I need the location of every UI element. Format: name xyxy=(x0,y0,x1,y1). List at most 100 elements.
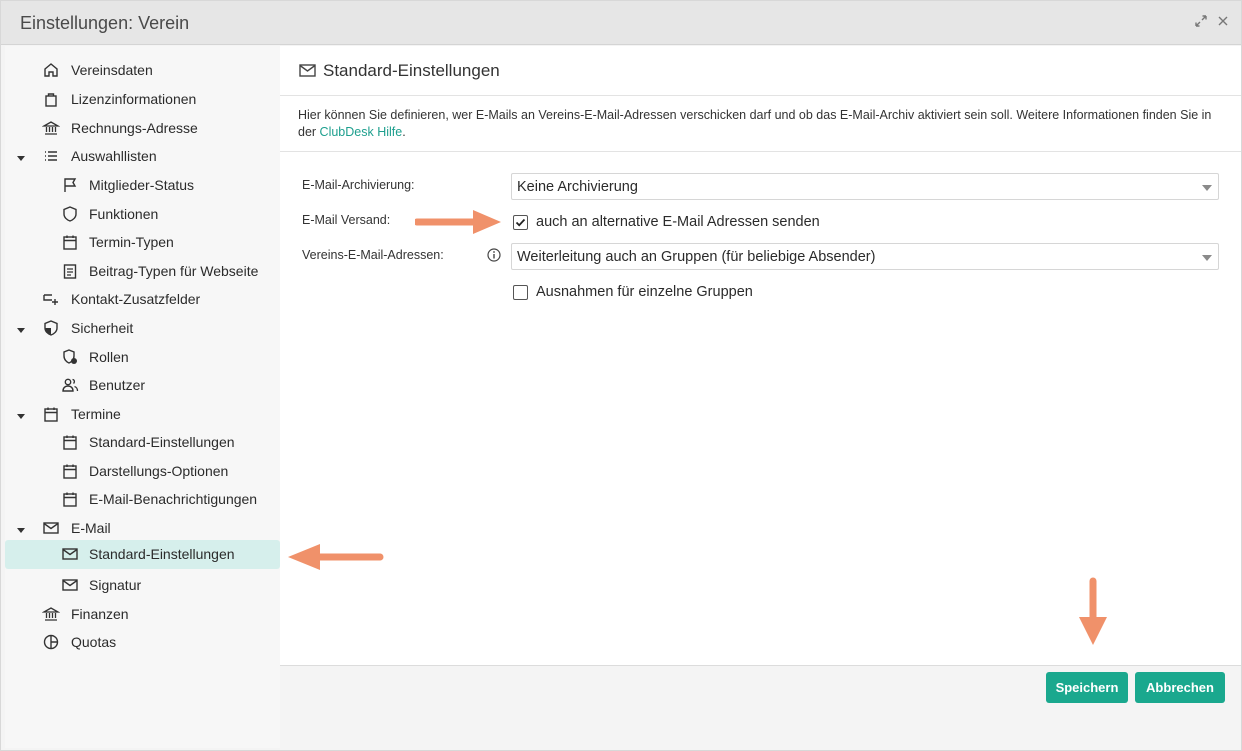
alt-address-checkbox-row[interactable]: auch an alternative E-Mail Adressen send… xyxy=(513,214,820,230)
archiving-label: E-Mail-Archivierung: xyxy=(302,178,415,192)
chevron-down-icon xyxy=(1202,185,1212,191)
addresses-select[interactable]: Weiterleitung auch an Gruppen (für belie… xyxy=(511,243,1219,270)
calendar-icon xyxy=(61,490,79,508)
alt-address-checkbox[interactable] xyxy=(513,214,528,230)
sidebar-item-label: Rechnungs-Adresse xyxy=(71,120,198,136)
close-icon[interactable] xyxy=(1215,13,1231,29)
panel-header: Standard-Einstellungen xyxy=(280,46,1241,96)
settings-sidebar: Vereinsdaten Lizenzinformationen Rechnun… xyxy=(5,46,280,748)
sidebar-item-vereinsdaten[interactable]: Vereinsdaten xyxy=(5,56,280,84)
pie-icon xyxy=(42,633,60,651)
shield-icon xyxy=(42,319,60,337)
sidebar-item-label: Beitrag-Typen für Webseite xyxy=(89,263,259,279)
help-link[interactable]: ClubDesk Hilfe xyxy=(320,125,403,139)
shield-outline-icon xyxy=(61,205,79,223)
caret-down-icon[interactable] xyxy=(16,523,26,533)
sidebar-item-label: Lizenzinformationen xyxy=(71,91,197,107)
sidebar-item-finanzen[interactable]: Finanzen xyxy=(5,600,280,628)
addresses-label: Vereins-E-Mail-Adressen: xyxy=(302,248,444,262)
addresses-value: Weiterleitung auch an Gruppen (für belie… xyxy=(517,249,876,265)
sidebar-item-label: Termine xyxy=(71,406,121,422)
exceptions-checkbox[interactable] xyxy=(513,284,528,300)
caret-down-icon[interactable] xyxy=(16,323,26,333)
sidebar-item-signatur[interactable]: Signatur xyxy=(5,571,280,599)
document-icon xyxy=(61,262,79,280)
home-icon xyxy=(42,61,60,79)
sidebar-item-label: Kontakt-Zusatzfelder xyxy=(71,291,201,307)
sidebar-item-rollen[interactable]: Rollen xyxy=(5,343,280,371)
mail-icon xyxy=(61,576,79,594)
sending-label: E-Mail Versand: xyxy=(302,213,391,227)
archiving-select[interactable]: Keine Archivierung xyxy=(511,173,1219,200)
sidebar-item-rechnungs-adresse[interactable]: Rechnungs-Adresse xyxy=(5,114,280,142)
exceptions-label: Ausnahmen für einzelne Gruppen xyxy=(536,284,753,300)
sidebar-item-label: Termin-Typen xyxy=(89,234,174,250)
mail-icon xyxy=(61,545,79,563)
sidebar-item-sicherheit[interactable]: Sicherheit xyxy=(5,314,280,342)
exceptions-checkbox-row[interactable]: Ausnahmen für einzelne Gruppen xyxy=(513,284,753,300)
sidebar-item-label: E-Mail xyxy=(71,520,111,536)
calendar-icon xyxy=(61,462,79,480)
calendar-icon xyxy=(61,433,79,451)
sidebar-item-label: Signatur xyxy=(89,577,142,593)
chevron-down-icon xyxy=(1202,255,1212,261)
sidebar-item-kontakt-zusatzfelder[interactable]: Kontakt-Zusatzfelder xyxy=(5,285,280,313)
sidebar-item-email[interactable]: E-Mail xyxy=(5,514,280,542)
sidebar-item-mitglieder-status[interactable]: Mitglieder-Status xyxy=(5,171,280,199)
footer-divider xyxy=(280,665,1241,666)
sidebar-item-label: Sicherheit xyxy=(71,320,134,336)
description-text: Hier können Sie definieren, wer E-Mails … xyxy=(298,107,1228,141)
sidebar-item-quotas[interactable]: Quotas xyxy=(5,628,280,656)
sidebar-item-label: Vereinsdaten xyxy=(71,62,153,78)
sidebar-item-termin-typen[interactable]: Termin-Typen xyxy=(5,228,280,256)
caret-down-icon[interactable] xyxy=(16,409,26,419)
users-icon xyxy=(61,376,79,394)
sidebar-item-label: Rollen xyxy=(89,349,129,365)
sidebar-item-darstellungs-optionen[interactable]: Darstellungs-Optionen xyxy=(5,457,280,485)
sidebar-item-label: Quotas xyxy=(71,634,117,650)
bag-icon xyxy=(42,90,60,108)
list-icon xyxy=(42,147,60,165)
caret-down-icon[interactable] xyxy=(16,151,26,161)
alt-address-label: auch an alternative E-Mail Adressen send… xyxy=(536,214,820,230)
sidebar-item-label: E-Mail-Benachrichtigungen xyxy=(89,491,258,507)
settings-dialog: Einstellungen: Verein Vereinsdaten Lizen… xyxy=(0,0,1242,751)
annotation-arrow-right xyxy=(415,210,501,234)
sidebar-item-label: Benutzer xyxy=(89,377,146,393)
sidebar-item-email-standard[interactable]: Standard-Einstellungen xyxy=(5,540,280,569)
sidebar-item-termine[interactable]: Termine xyxy=(5,400,280,428)
field-add-icon xyxy=(42,290,60,308)
sidebar-item-label: Mitglieder-Status xyxy=(89,177,195,193)
sidebar-item-lizenzinformationen[interactable]: Lizenzinformationen xyxy=(5,85,280,113)
info-icon[interactable] xyxy=(487,248,501,265)
sidebar-item-label: Standard-Einstellungen xyxy=(89,434,235,450)
maximize-icon[interactable] xyxy=(1193,13,1209,29)
description-body: Hier können Sie definieren, wer E-Mails … xyxy=(298,108,1212,139)
annotation-arrow-left xyxy=(288,544,384,570)
sidebar-item-termine-standard[interactable]: Standard-Einstellungen xyxy=(5,428,280,456)
archiving-value: Keine Archivierung xyxy=(517,179,638,195)
bank-icon xyxy=(41,119,61,137)
sidebar-item-label: Darstellungs-Optionen xyxy=(89,463,229,479)
sidebar-item-email-benachrichtigungen[interactable]: E-Mail-Benachrichtigungen xyxy=(5,485,280,513)
sidebar-item-funktionen[interactable]: Funktionen xyxy=(5,200,280,228)
annotation-arrow-down xyxy=(1079,577,1107,645)
sidebar-item-label: Auswahllisten xyxy=(71,148,157,164)
role-shield-icon xyxy=(61,348,79,366)
sidebar-item-auswahllisten[interactable]: Auswahllisten xyxy=(5,142,280,170)
sidebar-item-beitrag-typen[interactable]: Beitrag-Typen für Webseite xyxy=(5,257,280,285)
sidebar-item-benutzer[interactable]: Benutzer xyxy=(5,371,280,399)
sidebar-item-label: Finanzen xyxy=(71,606,129,622)
main-panel: Standard-Einstellungen Hier können Sie d… xyxy=(280,46,1241,665)
flag-icon xyxy=(61,176,79,194)
mail-icon xyxy=(299,63,316,81)
title-bar: Einstellungen: Verein xyxy=(1,1,1241,45)
sidebar-item-label: Standard-Einstellungen xyxy=(89,546,235,562)
cancel-button[interactable]: Abbrechen xyxy=(1135,672,1225,703)
sidebar-item-label: Funktionen xyxy=(89,206,159,222)
save-button[interactable]: Speichern xyxy=(1046,672,1128,703)
divider xyxy=(280,151,1241,152)
page-title: Standard-Einstellungen xyxy=(323,61,500,80)
mail-icon xyxy=(42,519,60,537)
calendar-icon xyxy=(42,405,60,423)
